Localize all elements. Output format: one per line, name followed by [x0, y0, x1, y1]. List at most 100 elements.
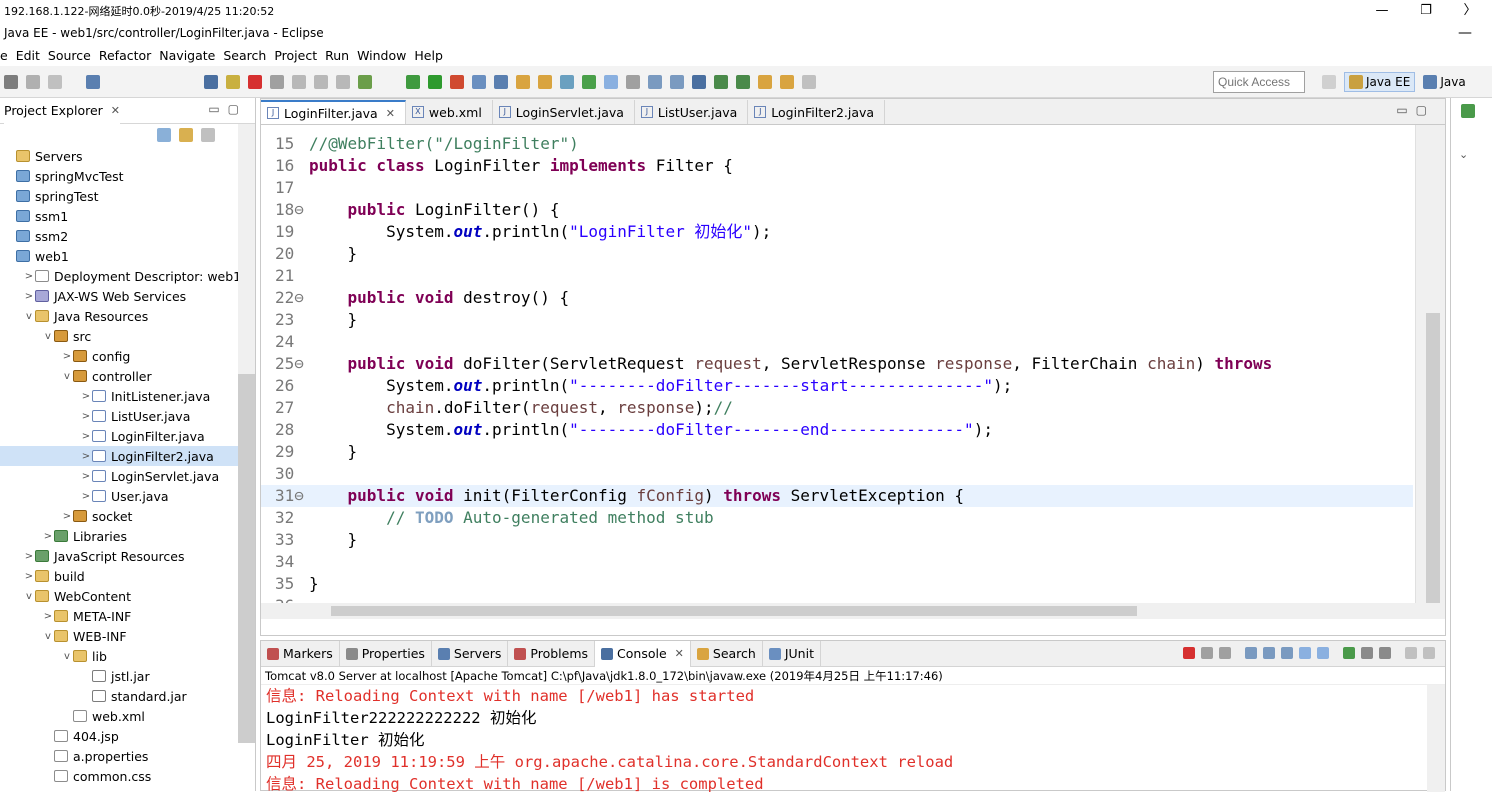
chevron-right-icon[interactable]: >: [80, 471, 92, 482]
chevron-down-icon[interactable]: v: [42, 631, 54, 642]
tree-item[interactable]: > InitListener.java: [0, 386, 255, 406]
project-explorer-close-icon[interactable]: ✕: [111, 104, 120, 117]
chevron-down-icon[interactable]: v: [61, 651, 73, 662]
project-explorer-tab[interactable]: Project Explorer ✕: [4, 97, 121, 124]
tree-item[interactable]: > Libraries: [0, 526, 255, 546]
paragraph-icon[interactable]: [670, 74, 684, 89]
tree-item[interactable]: common.css: [0, 766, 255, 786]
tab-close-icon[interactable]: ✕: [386, 107, 395, 120]
mark-occurrences-icon[interactable]: [604, 74, 618, 89]
tree-item[interactable]: v lib: [0, 646, 255, 666]
menu-help[interactable]: Help: [414, 48, 443, 63]
tree-item[interactable]: web1: [0, 246, 255, 266]
console-output[interactable]: 信息: Reloading Context with name [/web1] …: [261, 685, 1445, 795]
tree-item[interactable]: a.properties: [0, 746, 255, 766]
tab-listuser-java[interactable]: J ListUser.java: [634, 100, 749, 124]
remote-minimize-button[interactable]: —: [1360, 0, 1404, 22]
chevron-right-icon[interactable]: >: [80, 391, 92, 402]
menu-edit[interactable]: Edit: [16, 48, 40, 63]
menu-search[interactable]: Search: [223, 48, 266, 63]
tab-loginfilter-java[interactable]: J LoginFilter.java ✕: [261, 100, 406, 124]
view-minimize-maximize-icons[interactable]: ▭▢: [208, 102, 247, 116]
view-minimize-icon[interactable]: [1405, 647, 1417, 659]
chevron-right-icon[interactable]: >: [80, 491, 92, 502]
menu-navigate[interactable]: Navigate: [159, 48, 215, 63]
chevron-right-icon[interactable]: >: [80, 451, 92, 462]
editor-horizontal-scrollbar[interactable]: [261, 603, 1417, 619]
chevron-down-icon[interactable]: v: [23, 591, 35, 602]
tree-item[interactable]: v WEB-INF: [0, 626, 255, 646]
scroll-lock-icon[interactable]: [1263, 647, 1275, 659]
chevron-right-icon[interactable]: >: [61, 351, 73, 362]
coverage-icon[interactable]: [450, 74, 464, 89]
quick-access-input[interactable]: [1213, 71, 1305, 93]
tree-item[interactable]: > User.java: [0, 486, 255, 506]
tree-item[interactable]: springMvcTest: [0, 166, 255, 186]
collapse-all-icon[interactable]: [157, 128, 171, 142]
window-minimize-button[interactable]: —: [1458, 22, 1472, 44]
tab-web-xml[interactable]: X web.xml: [405, 100, 493, 124]
outline-icon[interactable]: [1461, 104, 1475, 118]
chevron-down-icon[interactable]: v: [61, 371, 73, 382]
link-editor-icon[interactable]: [179, 128, 193, 142]
tree-item[interactable]: standard.jar: [0, 686, 255, 706]
step-over-icon[interactable]: [314, 74, 328, 89]
tree-item[interactable]: > socket: [0, 506, 255, 526]
tree-item[interactable]: ssm2: [0, 226, 255, 246]
chevron-right-icon[interactable]: >: [61, 511, 73, 522]
menu-window[interactable]: Window: [357, 48, 406, 63]
tree-item[interactable]: > LoginServlet.java: [0, 466, 255, 486]
menu-project[interactable]: Project: [274, 48, 317, 63]
menu-refactor[interactable]: Refactor: [99, 48, 151, 63]
tree-item[interactable]: > META-INF: [0, 606, 255, 626]
tree-item[interactable]: v Java Resources: [0, 306, 255, 326]
chevron-right-icon[interactable]: >: [23, 291, 35, 302]
chevron-down-icon[interactable]: v: [23, 311, 35, 322]
tree-item[interactable]: v WebContent: [0, 586, 255, 606]
tab-console[interactable]: Console ✕: [595, 640, 691, 667]
editor-minimize-maximize-icons[interactable]: ▭▢: [1396, 103, 1435, 117]
next-annotation-icon[interactable]: [714, 74, 728, 89]
tab-properties[interactable]: Properties: [340, 640, 432, 667]
tree-item[interactable]: > Deployment Descriptor: web1: [0, 266, 255, 286]
remote-more-button[interactable]: 〉: [1448, 0, 1492, 22]
show-whitespace-icon[interactable]: [648, 74, 662, 89]
skip-breakpoints-icon[interactable]: [204, 74, 218, 89]
perspective-java-ee[interactable]: Java EE: [1344, 72, 1416, 92]
code-area[interactable]: 15 //@WebFilter("/LoginFilter") 16 public c…: [261, 125, 1445, 619]
terminal-icon[interactable]: [86, 74, 100, 89]
pin-icon[interactable]: [582, 74, 596, 89]
show-stdout-icon[interactable]: [1299, 647, 1311, 659]
step-into-icon[interactable]: [292, 74, 306, 89]
chevron-right-icon[interactable]: >: [80, 431, 92, 442]
resume-icon[interactable]: [226, 74, 240, 89]
word-wrap-icon[interactable]: [1281, 647, 1293, 659]
clear-console-icon[interactable]: [1245, 647, 1257, 659]
tree-item[interactable]: > JavaScript Resources: [0, 546, 255, 566]
view-maximize-icon[interactable]: [1423, 647, 1435, 659]
chevron-right-icon[interactable]: >: [23, 571, 35, 582]
block-selection-icon[interactable]: [626, 74, 640, 89]
tree-item[interactable]: jstl.jar: [0, 666, 255, 686]
terminate-icon[interactable]: [248, 74, 262, 89]
disconnect-icon[interactable]: [270, 74, 284, 89]
save-all-icon[interactable]: [48, 74, 62, 89]
editor-vertical-scroll-thumb[interactable]: [1426, 313, 1440, 603]
external-tools-icon[interactable]: [472, 74, 486, 89]
tab-search[interactable]: Search: [691, 640, 763, 667]
open-console-icon[interactable]: [1379, 647, 1391, 659]
tree-item[interactable]: > JAX-WS Web Services: [0, 286, 255, 306]
chevron-down-icon[interactable]: v: [42, 331, 54, 342]
tab-markers[interactable]: Markers: [261, 640, 340, 667]
console-close-icon[interactable]: ✕: [675, 647, 684, 660]
tree-item[interactable]: 404.jsp: [0, 726, 255, 746]
menu-file[interactable]: e: [0, 48, 8, 63]
tree-item[interactable]: > LoginFilter2.java: [0, 446, 255, 466]
open-type-icon[interactable]: [538, 74, 552, 89]
globe-icon[interactable]: [692, 74, 706, 89]
remote-restore-button[interactable]: ❐: [1404, 0, 1448, 22]
new-server-icon[interactable]: [494, 74, 508, 89]
format-icon[interactable]: [358, 74, 372, 89]
chevron-right-icon[interactable]: >: [23, 271, 35, 282]
new-icon[interactable]: [4, 74, 18, 89]
